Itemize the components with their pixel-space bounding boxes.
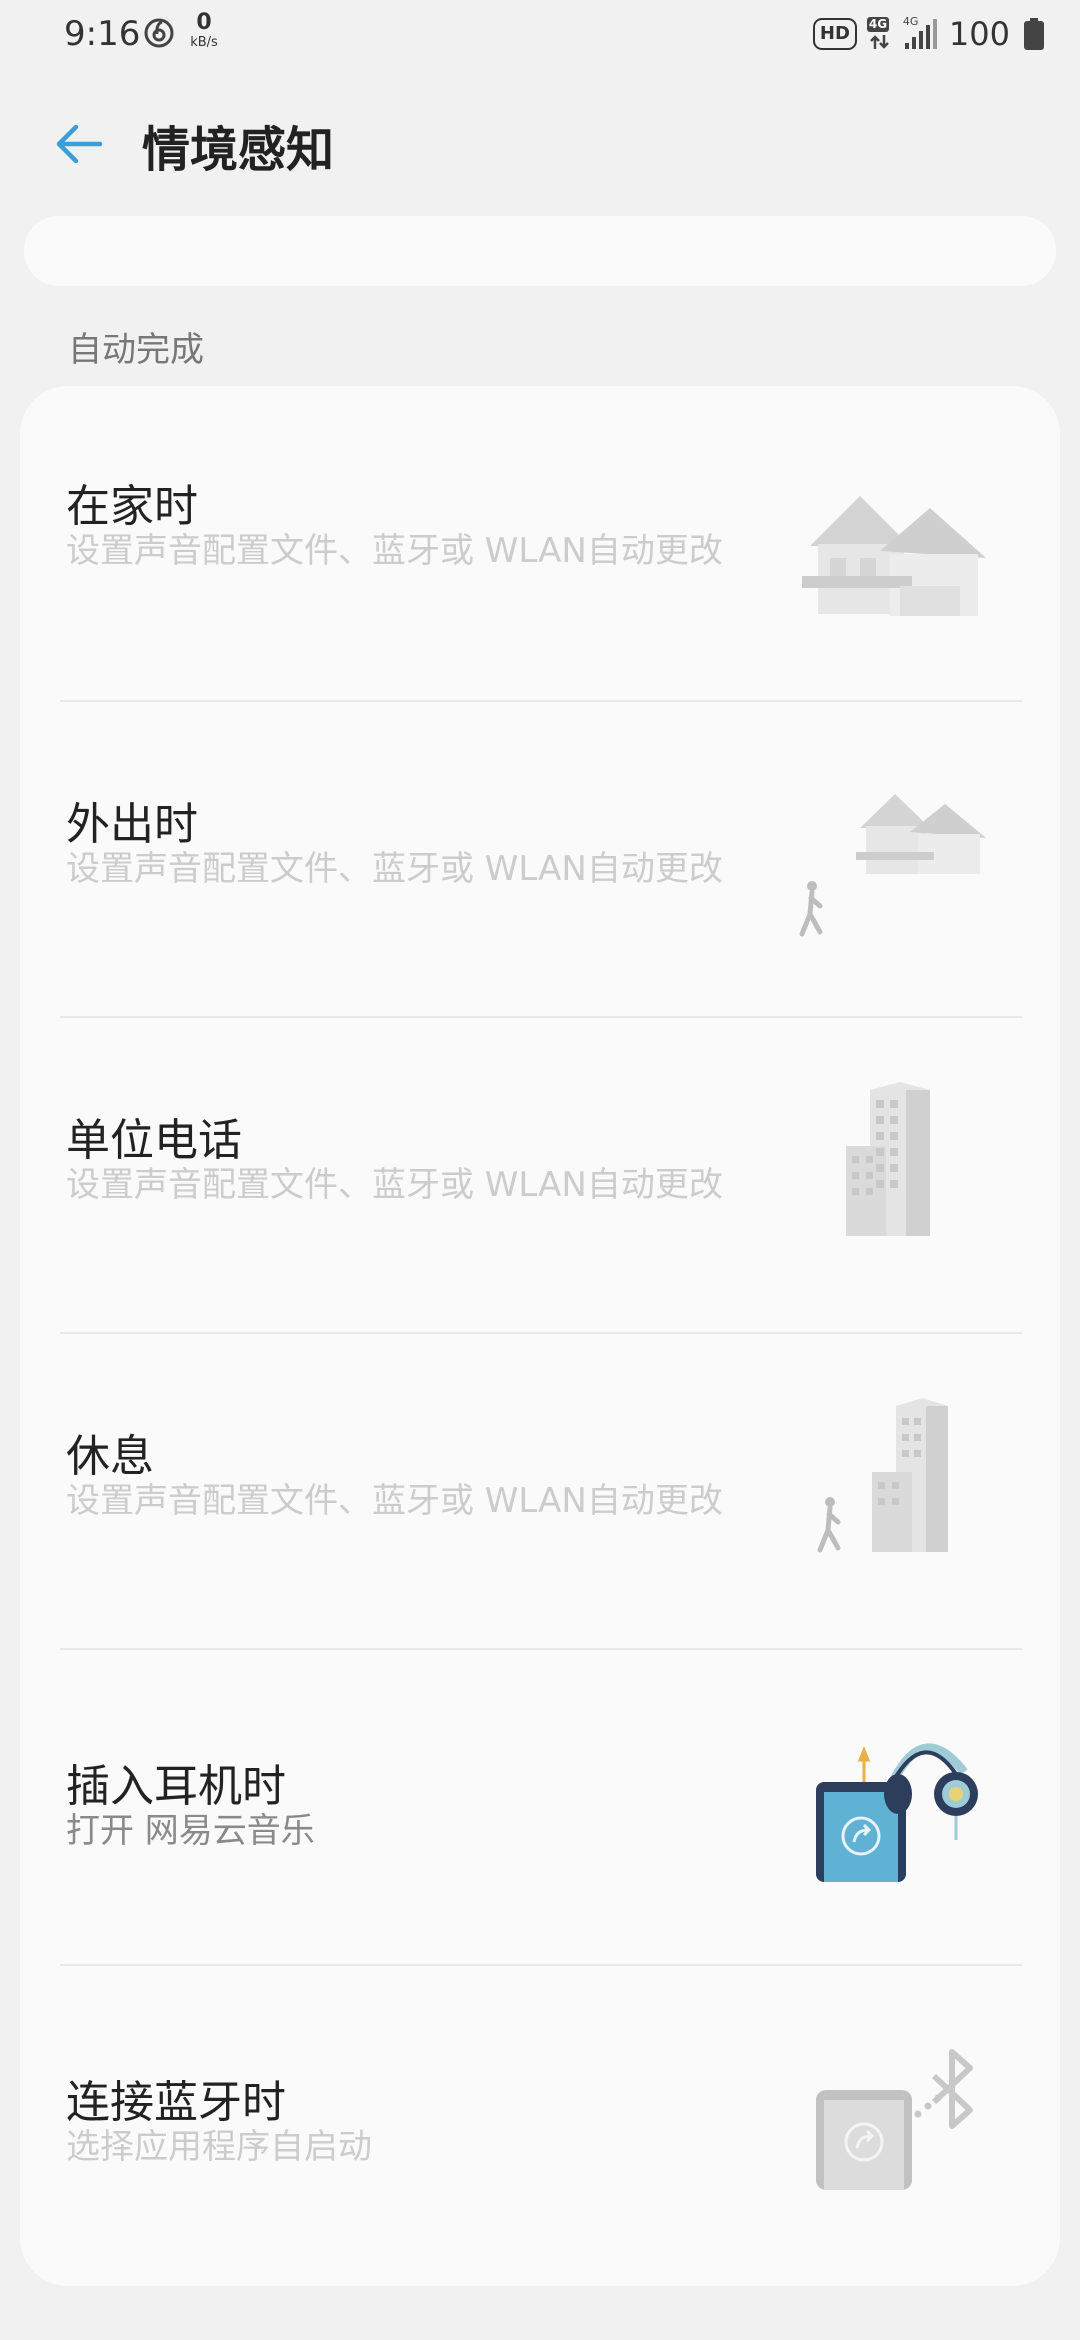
scene-title: 插入耳机时	[66, 1761, 286, 1812]
mobile-data-icon: 4G	[865, 17, 895, 51]
scene-title: 单位电话	[66, 1115, 242, 1166]
battery-icon	[1024, 18, 1044, 50]
scene-title: 外出时	[66, 799, 198, 850]
section-header: 自动完成	[68, 330, 204, 370]
scene-subtitle: 设置声音配置文件、蓝牙或 WLAN自动更改	[66, 1165, 723, 1205]
scene-item-rest[interactable]: 休息 设置声音配置文件、蓝牙或 WLAN自动更改	[20, 1334, 1060, 1650]
app-bar: 情境感知	[0, 100, 1080, 190]
page-title: 情境感知	[142, 122, 335, 178]
scene-title: 休息	[66, 1431, 154, 1482]
network-speed-unit: kB/s	[190, 35, 218, 50]
scene-subtitle: 设置声音配置文件、蓝牙或 WLAN自动更改	[66, 531, 723, 571]
scene-title: 在家时	[66, 481, 198, 532]
back-arrow-icon[interactable]	[50, 114, 110, 174]
scene-subtitle: 设置声音配置文件、蓝牙或 WLAN自动更改	[66, 1481, 723, 1521]
battery-level: 100	[948, 15, 1010, 53]
house-icon	[802, 496, 986, 616]
scene-item-away[interactable]: 外出时 设置声音配置文件、蓝牙或 WLAN自动更改	[20, 702, 1060, 1018]
status-time: 9:16	[64, 14, 141, 54]
scenes-card: 在家时 设置声音配置文件、蓝牙或 WLAN自动更改 外出时 设置声音配置文件、蓝…	[20, 386, 1060, 2286]
scene-subtitle: 打开 网易云音乐	[66, 1811, 315, 1851]
scene-title: 连接蓝牙时	[66, 2077, 286, 2128]
status-bar: 9:16 0 kB/s HD 4G 4G 100	[0, 0, 1080, 72]
scene-item-office[interactable]: 单位电话 设置声音配置文件、蓝牙或 WLAN自动更改	[20, 1018, 1060, 1334]
netease-music-notification-icon	[144, 18, 174, 48]
office-building-icon	[846, 1082, 930, 1236]
walking-away-from-house-icon	[799, 794, 986, 937]
hd-voice-badge: HD	[812, 18, 857, 50]
bluetooth-phone-icon	[816, 2049, 973, 2190]
signal-strength-icon: 4G	[903, 15, 937, 51]
scene-subtitle: 设置声音配置文件、蓝牙或 WLAN自动更改	[66, 849, 723, 889]
status-right-group: HD 4G 4G 100	[812, 14, 1044, 54]
network-speed: 0 kB/s	[186, 10, 222, 50]
scene-subtitle: 选择应用程序自启动	[66, 2127, 372, 2167]
scene-item-headphones[interactable]: 插入耳机时 打开 网易云音乐	[20, 1650, 1060, 1966]
headphones-phone-icon	[816, 1743, 978, 1882]
scene-item-home[interactable]: 在家时 设置声音配置文件、蓝牙或 WLAN自动更改	[20, 386, 1060, 702]
scene-item-bluetooth[interactable]: 连接蓝牙时 选择应用程序自启动	[20, 1966, 1060, 2282]
search-field[interactable]	[24, 216, 1056, 286]
walking-from-building-icon	[817, 1398, 948, 1553]
data-arrows-icon	[870, 35, 889, 49]
network-speed-value: 0	[196, 10, 212, 35]
